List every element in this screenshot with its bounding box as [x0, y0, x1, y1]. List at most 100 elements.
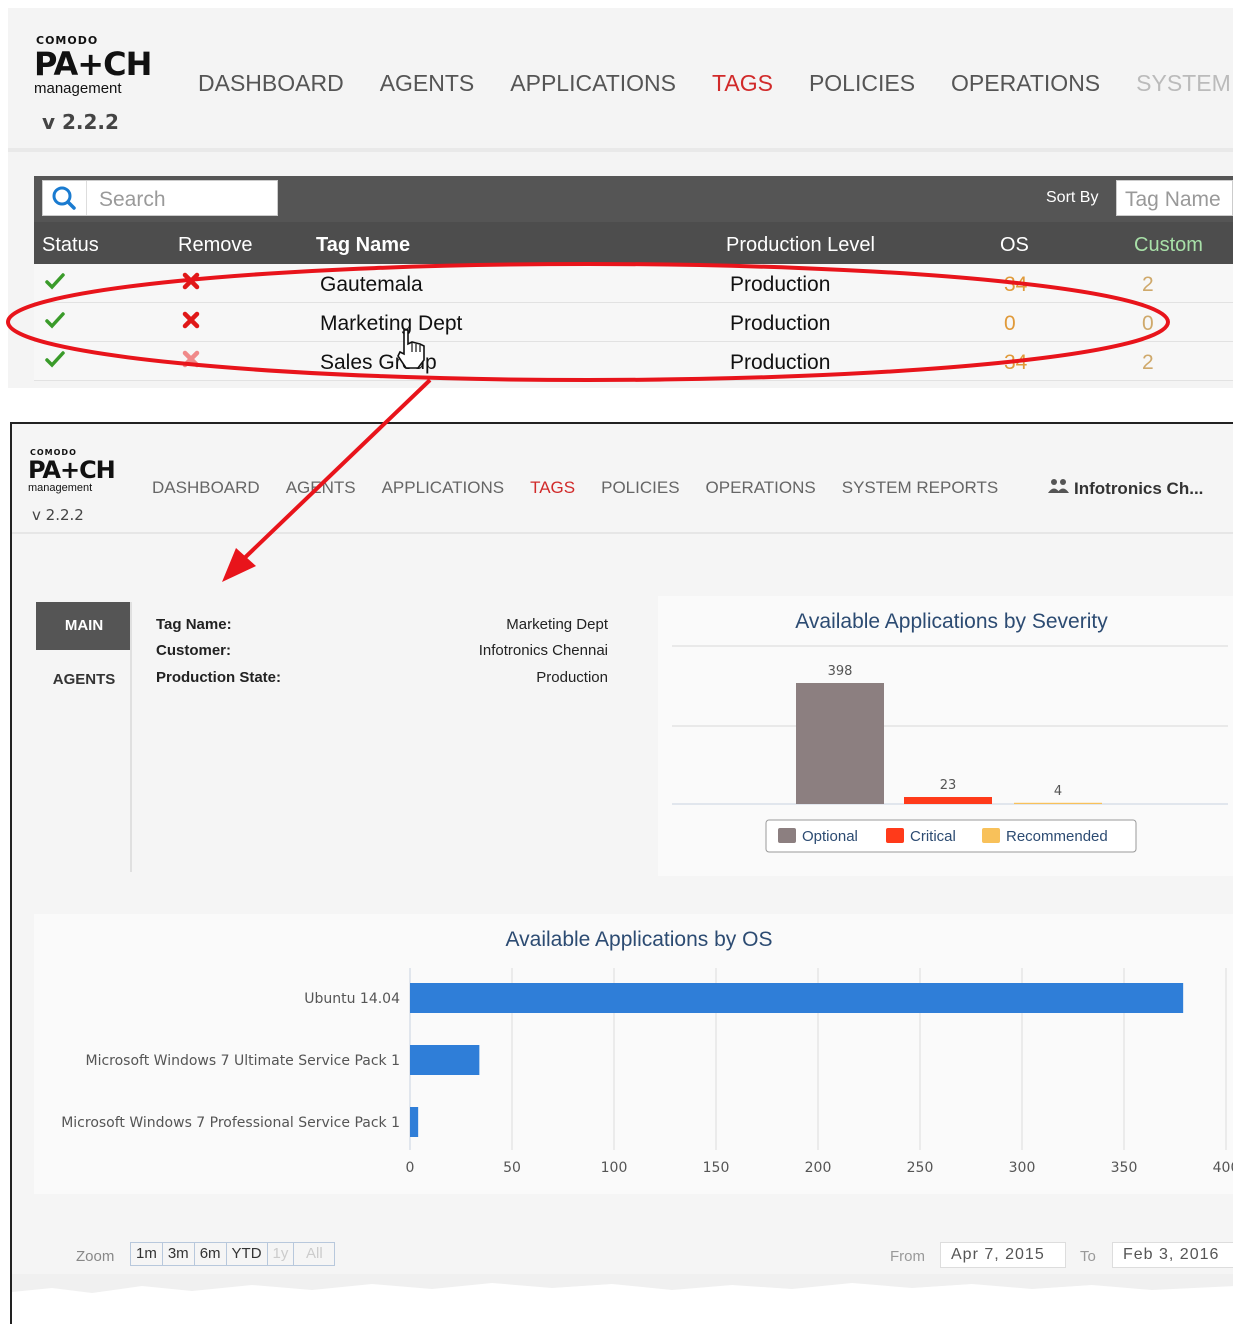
detail-key: Tag Name:	[156, 616, 232, 633]
from-date-input[interactable]: Apr 7, 2015	[940, 1242, 1066, 1268]
nav-policies[interactable]: POLICIES	[601, 478, 679, 498]
legend-item-optional: Optional	[802, 828, 858, 845]
user-label: Infotronics Ch...	[1074, 479, 1204, 498]
custom-count[interactable]: 2	[1142, 351, 1154, 375]
zoom-1m-button[interactable]: 1m	[131, 1243, 163, 1265]
check-icon	[44, 309, 66, 337]
nav-tags[interactable]: TAGS	[712, 70, 773, 97]
tab-main[interactable]: MAIN	[36, 602, 132, 650]
col-status[interactable]: Status	[42, 234, 99, 257]
table-row[interactable]: Marketing Dept Production 0 0	[34, 303, 1233, 342]
bar-optional	[796, 683, 884, 804]
tab-divider	[130, 602, 132, 872]
zoom-bar: Zoom 1m 3m 6m YTD 1y All From Apr 7, 201…	[12, 1236, 1233, 1276]
to-date-input[interactable]: Feb 3, 2016	[1112, 1242, 1233, 1268]
main-nav: DASHBOARD AGENTS APPLICATIONS TAGS POLIC…	[198, 70, 1233, 97]
custom-count[interactable]: 2	[1142, 273, 1154, 297]
legend-item-critical: Critical	[910, 828, 956, 845]
tag-name-link[interactable]: Marketing Dept	[320, 312, 462, 336]
tick-label: 0	[406, 1160, 415, 1176]
tick-label: 100	[601, 1160, 628, 1176]
col-custom[interactable]: Custom	[1134, 234, 1203, 257]
col-os[interactable]: OS	[1000, 234, 1029, 257]
sort-by-select[interactable]: Tag Name	[1116, 180, 1233, 216]
col-tag-name[interactable]: Tag Name	[316, 234, 410, 257]
table-header: Status Remove Tag Name Production Level …	[34, 222, 1233, 264]
detail-key: Production State:	[156, 669, 282, 686]
version-label: v 2.2.2	[32, 506, 84, 524]
bar-critical	[904, 797, 992, 804]
main-nav: DASHBOARD AGENTS APPLICATIONS TAGS POLIC…	[152, 478, 1024, 498]
custom-count[interactable]: 0	[1142, 312, 1154, 336]
tag-name-link[interactable]: Gautemala	[320, 273, 423, 297]
header-divider	[8, 148, 1233, 152]
zoom-all-button[interactable]: All	[294, 1243, 334, 1265]
nav-operations[interactable]: OPERATIONS	[706, 478, 816, 498]
zoom-6m-button[interactable]: 6m	[195, 1243, 227, 1265]
bar-recommended	[1014, 802, 1102, 804]
tick-label: 350	[1111, 1160, 1138, 1176]
nav-applications[interactable]: APPLICATIONS	[510, 70, 676, 97]
nav-tags[interactable]: TAGS	[530, 478, 575, 498]
os-count[interactable]: 34	[1004, 273, 1027, 297]
logo-product: PA+CH	[28, 456, 116, 484]
zoom-1y-button[interactable]: 1y	[268, 1243, 295, 1265]
os-count[interactable]: 0	[1004, 312, 1016, 336]
nav-agents[interactable]: AGENTS	[380, 70, 475, 97]
nav-system[interactable]: SYSTEM	[1136, 70, 1231, 97]
version-label: v 2.2.2	[42, 110, 119, 134]
search-icon[interactable]	[43, 181, 87, 215]
bar-os	[410, 983, 1184, 1013]
remove-icon[interactable]	[180, 309, 202, 337]
users-icon	[1048, 478, 1070, 499]
user-menu[interactable]: Infotronics Ch...	[1048, 478, 1203, 499]
tick-label: 250	[907, 1160, 934, 1176]
zoom-3m-button[interactable]: 3m	[163, 1243, 195, 1265]
detail-value: Marketing Dept	[506, 616, 608, 633]
search-input[interactable]: Search	[99, 188, 166, 212]
sort-by-value: Tag Name	[1125, 188, 1221, 211]
data-label: 23	[940, 778, 957, 793]
tick-label: 50	[503, 1160, 521, 1176]
tick-label: 400	[1213, 1160, 1233, 1176]
tags-list-screenshot: COMODO PA+CH management v 2.2.2 DASHBOAR…	[8, 8, 1233, 388]
search-box[interactable]: Search	[42, 180, 278, 216]
nav-dashboard[interactable]: DASHBOARD	[152, 478, 260, 498]
data-label: 398	[828, 664, 853, 679]
header-divider	[12, 532, 1233, 534]
remove-icon[interactable]	[180, 270, 202, 298]
composite-screenshot: COMODO PA+CH management v 2.2.2 DASHBOAR…	[0, 0, 1233, 1324]
nav-applications[interactable]: APPLICATIONS	[382, 478, 505, 498]
remove-icon[interactable]	[180, 348, 202, 376]
bar-os	[410, 1045, 480, 1075]
nav-operations[interactable]: OPERATIONS	[951, 70, 1100, 97]
to-label: To	[1080, 1248, 1096, 1265]
os-count[interactable]: 34	[1004, 351, 1027, 375]
table-row[interactable]: Sales Group Production 34 2	[34, 342, 1233, 381]
legend-item-recommended: Recommended	[1006, 828, 1108, 845]
detail-key: Customer:	[156, 642, 232, 659]
torn-edge	[12, 1274, 1233, 1324]
production-level: Production	[730, 351, 831, 374]
nav-policies[interactable]: POLICIES	[809, 70, 915, 97]
os-chart: 0 50 100 150 200 250 300 350 400 Ubuntu 14.04 Micr…	[61, 968, 1233, 1176]
nav-agents[interactable]: AGENTS	[286, 478, 356, 498]
production-level: Production	[730, 273, 831, 296]
category-label: Ubuntu 14.04	[304, 991, 400, 1007]
col-production-level[interactable]: Production Level	[726, 234, 875, 257]
category-label: Microsoft Windows 7 Professional Service…	[61, 1115, 400, 1131]
tick-label: 300	[1009, 1160, 1036, 1176]
table-row[interactable]: Gautemala Production 34 2	[34, 264, 1233, 303]
severity-chart: 398 23 4 Optional Critical Recommended	[672, 645, 1228, 853]
production-level: Production	[730, 312, 831, 335]
nav-system-reports[interactable]: SYSTEM REPORTS	[842, 478, 999, 498]
detail-row: Customer: Infotronics Chennai	[156, 642, 608, 666]
col-remove[interactable]: Remove	[178, 234, 252, 257]
tab-agents[interactable]: AGENTS	[36, 656, 132, 704]
legend-swatch	[886, 828, 904, 843]
zoom-ytd-button[interactable]: YTD	[227, 1243, 268, 1265]
sort-by-label: Sort By	[1046, 189, 1099, 206]
tag-name-link[interactable]: Sales Group	[320, 351, 437, 375]
nav-dashboard[interactable]: DASHBOARD	[198, 70, 344, 97]
detail-row: Tag Name: Marketing Dept	[156, 616, 608, 640]
